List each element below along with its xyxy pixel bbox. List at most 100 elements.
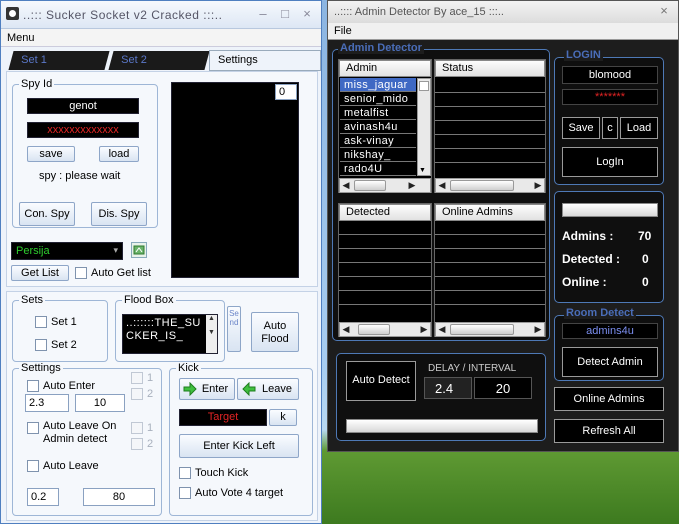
detect-admin-button[interactable]: Detect Admin	[562, 347, 658, 377]
flood-text-area[interactable]: ..::::::THE_SUCKER_IS_	[122, 314, 218, 354]
leave-interval-input[interactable]: 80	[83, 488, 155, 506]
scroll-right-icon[interactable]: ▶	[532, 323, 544, 336]
enter-option2-checkbox[interactable]	[131, 388, 143, 400]
enter-delay-input[interactable]: 2.3	[25, 394, 69, 412]
online-admins-button[interactable]: Online Admins	[554, 387, 664, 411]
flood-scrollbar[interactable]: ▲ ▼	[206, 315, 217, 353]
scroll-right-icon[interactable]: ▶	[532, 179, 544, 192]
kick-leave-button[interactable]: Leave	[237, 378, 299, 400]
interval-input[interactable]: 20	[474, 377, 532, 399]
auto-leave-checkbox[interactable]	[27, 460, 39, 472]
login-password-field[interactable]: *******	[562, 89, 658, 105]
scroll-thumb[interactable]	[354, 180, 386, 191]
admin-column-header[interactable]: Admin	[339, 60, 431, 77]
online-admins-list[interactable]: Online Admins ◀ ▶	[434, 203, 546, 337]
detected-column-header[interactable]: Detected	[339, 204, 431, 221]
title-bar[interactable]: ..::: Sucker Socket v2 Cracked :::.. – □…	[1, 1, 321, 29]
send-button[interactable]: Send	[227, 306, 241, 352]
admin-list[interactable]: Admin miss_jaguar senior_mido metalfist …	[338, 59, 432, 193]
set2-checkbox[interactable]	[35, 339, 47, 351]
grid-line	[339, 248, 431, 249]
status-list[interactable]: Status ◀ ▶	[434, 59, 546, 193]
auto-get-list-checkbox[interactable]	[75, 267, 87, 279]
online-admins-column-header[interactable]: Online Admins	[435, 204, 545, 221]
leave-option2-checkbox[interactable]	[131, 438, 143, 450]
auto-detect-button[interactable]: Auto Detect	[346, 361, 416, 401]
room-select[interactable]: Persija ▾	[11, 242, 123, 260]
admin-list-hscrollbar[interactable]: ◀ ▶	[339, 178, 431, 193]
scroll-down-icon[interactable]: ▼	[419, 167, 426, 174]
spy-save-button[interactable]: save	[27, 146, 75, 162]
sucker-socket-window: ..::: Sucker Socket v2 Cracked :::.. – □…	[0, 0, 322, 524]
grid-line	[435, 276, 545, 277]
login-username-field[interactable]: blomood	[562, 66, 658, 84]
login-c-button[interactable]: c	[602, 117, 618, 139]
kick-k-button[interactable]: k	[269, 409, 297, 426]
file-menu[interactable]: File	[334, 25, 352, 37]
refresh-room-icon[interactable]	[131, 242, 147, 258]
controls-panel: Sets Set 1 Set 2 Flood Box ..::::::THE_S…	[6, 291, 318, 521]
enter-interval-input[interactable]: 10	[75, 394, 125, 412]
kick-enter-button[interactable]: Enter	[179, 378, 235, 400]
get-list-button[interactable]: Get List	[11, 265, 69, 281]
scroll-thumb[interactable]	[450, 324, 514, 335]
detected-list[interactable]: Detected ◀ ▶	[338, 203, 432, 337]
list-item[interactable]: nikshay_	[340, 148, 416, 162]
scroll-thumb[interactable]	[419, 81, 429, 91]
auto-leave-admin-checkbox[interactable]	[27, 422, 39, 434]
tab-set-2[interactable]: Set 2	[108, 51, 210, 70]
kick-target-field[interactable]: Target	[179, 409, 267, 426]
tab-settings[interactable]: Settings	[209, 50, 321, 71]
close-icon[interactable]: ×	[656, 4, 672, 20]
auto-vote-checkbox[interactable]	[179, 487, 191, 499]
list-item[interactable]: rado4U	[340, 162, 416, 176]
scroll-thumb[interactable]	[450, 180, 514, 191]
set2-label: Set 2	[51, 339, 77, 351]
status-list-hscrollbar[interactable]: ◀ ▶	[435, 178, 545, 193]
scroll-right-icon[interactable]: ▶	[418, 323, 430, 336]
list-item[interactable]: metalfist	[340, 106, 416, 120]
admin-list-vscrollbar[interactable]: ▼	[417, 78, 431, 176]
tab-set-1[interactable]: Set 1	[8, 51, 110, 70]
touch-kick-checkbox[interactable]	[179, 467, 191, 479]
spy-password-field[interactable]: xxxxxxxxxxxxx	[27, 122, 139, 138]
menu-item[interactable]: Menu	[7, 32, 35, 44]
login-save-button[interactable]: Save	[562, 117, 600, 139]
detected-list-hscrollbar[interactable]: ◀ ▶	[339, 322, 431, 337]
dis-spy-button[interactable]: Dis. Spy	[91, 202, 147, 226]
spy-name-field[interactable]: genot	[27, 98, 139, 114]
login-button[interactable]: LogIn	[562, 147, 658, 177]
minimize-icon[interactable]: –	[255, 7, 271, 23]
touch-kick-label: Touch Kick	[195, 467, 249, 479]
status-column-header[interactable]: Status	[435, 60, 545, 77]
auto-flood-button[interactable]: Auto Flood	[251, 312, 299, 352]
chevron-down-icon[interactable]: ▾	[113, 245, 118, 256]
refresh-all-button[interactable]: Refresh All	[554, 419, 664, 443]
scroll-right-icon[interactable]: ▶	[406, 179, 418, 192]
scroll-left-icon[interactable]: ◀	[340, 179, 352, 192]
leave-option1-checkbox[interactable]	[131, 422, 143, 434]
spy-load-button[interactable]: load	[99, 146, 139, 162]
title-bar[interactable]: ..:::: Admin Detector By ace_15 :::.. ×	[328, 1, 678, 23]
scroll-left-icon[interactable]: ◀	[436, 179, 448, 192]
auto-enter-checkbox[interactable]	[27, 380, 39, 392]
delay-input[interactable]: 2.4	[424, 377, 472, 399]
scroll-left-icon[interactable]: ◀	[340, 323, 352, 336]
list-item[interactable]: senior_mido	[340, 92, 416, 106]
scroll-thumb[interactable]	[358, 324, 390, 335]
close-icon[interactable]: ×	[299, 7, 315, 23]
enter-option1-checkbox[interactable]	[131, 372, 143, 384]
list-item[interactable]: miss_jaguar	[340, 78, 416, 92]
login-legend: LOGIN	[564, 49, 603, 61]
list-item[interactable]: ask-vinay	[340, 134, 416, 148]
enter-kick-left-button[interactable]: Enter Kick Left	[179, 434, 299, 458]
con-spy-button[interactable]: Con. Spy	[19, 202, 75, 226]
scroll-left-icon[interactable]: ◀	[436, 323, 448, 336]
leave-delay-input[interactable]: 0.2	[27, 488, 59, 506]
online-admins-hscrollbar[interactable]: ◀ ▶	[435, 322, 545, 337]
maximize-icon[interactable]: □	[277, 7, 293, 23]
list-item[interactable]: avinash4u	[340, 120, 416, 134]
login-load-button[interactable]: Load	[620, 117, 658, 139]
room-detect-field[interactable]: admins4u	[562, 323, 658, 339]
set1-checkbox[interactable]	[35, 316, 47, 328]
